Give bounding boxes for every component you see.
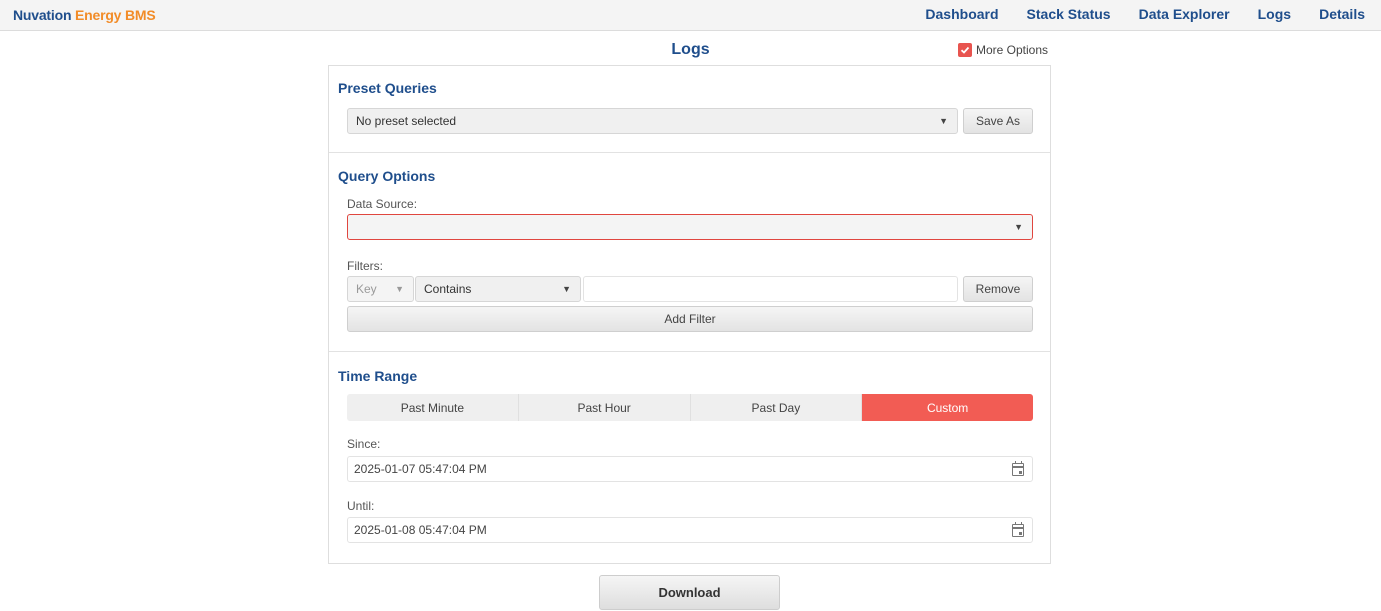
brand-logo[interactable]: Nuvation Energy BMS [13, 7, 156, 23]
calendar-icon[interactable] [1012, 522, 1024, 537]
since-date-input[interactable]: 2025-01-07 05:47:04 PM [347, 456, 1033, 482]
checkmark-icon [960, 46, 970, 54]
time-range-past-minute[interactable]: Past Minute [347, 394, 519, 421]
brand-name-secondary: Energy BMS [75, 7, 156, 23]
until-date-input[interactable]: 2025-01-08 05:47:04 PM [347, 517, 1033, 543]
nav-data-explorer[interactable]: Data Explorer [1139, 6, 1230, 22]
logs-query-panel: Preset Queries No preset selected ▼ Save… [328, 65, 1051, 564]
filter-value-input[interactable] [583, 276, 958, 302]
preset-queries-title: Preset Queries [338, 80, 437, 96]
chevron-down-icon: ▼ [939, 116, 948, 126]
filter-key-value: Key [356, 282, 377, 296]
save-as-button[interactable]: Save As [963, 108, 1033, 134]
chevron-down-icon: ▼ [1014, 222, 1023, 232]
nav-details[interactable]: Details [1319, 6, 1365, 22]
until-date-value: 2025-01-08 05:47:04 PM [354, 523, 487, 537]
preset-select[interactable]: No preset selected ▼ [347, 108, 958, 134]
main-nav: Dashboard Stack Status Data Explorer Log… [897, 6, 1365, 22]
add-filter-button[interactable]: Add Filter [347, 306, 1033, 332]
download-button[interactable]: Download [599, 575, 780, 610]
since-label: Since: [347, 437, 381, 451]
nav-logs[interactable]: Logs [1258, 6, 1291, 22]
more-options-toggle[interactable]: More Options [958, 43, 1048, 57]
brand-name-primary: Nuvation [13, 7, 72, 23]
data-source-label: Data Source: [347, 197, 418, 211]
filter-key-select[interactable]: Key ▼ [347, 276, 414, 302]
nav-dashboard[interactable]: Dashboard [925, 6, 998, 22]
time-range-past-day[interactable]: Past Day [690, 394, 863, 421]
more-options-checkbox[interactable] [958, 43, 972, 57]
calendar-icon[interactable] [1012, 461, 1024, 476]
time-range-selector: Past Minute Past Hour Past Day Custom [347, 394, 1033, 421]
until-label: Until: [347, 499, 375, 513]
section-divider [329, 351, 1050, 352]
section-divider [329, 152, 1050, 153]
page-title: Logs [671, 41, 710, 58]
time-range-custom[interactable]: Custom [862, 394, 1033, 421]
more-options-label: More Options [976, 43, 1049, 57]
data-source-select[interactable]: ▼ [347, 214, 1033, 240]
filter-operator-select[interactable]: Contains ▼ [415, 276, 581, 302]
time-range-title: Time Range [338, 368, 418, 384]
top-nav-bar: Nuvation Energy BMS Dashboard Stack Stat… [0, 0, 1381, 31]
query-options-title: Query Options [338, 168, 436, 184]
time-range-past-hour[interactable]: Past Hour [518, 394, 691, 421]
filters-label: Filters: [347, 259, 383, 273]
since-date-value: 2025-01-07 05:47:04 PM [354, 462, 487, 476]
nav-stack-status[interactable]: Stack Status [1027, 6, 1111, 22]
filter-operator-value: Contains [424, 282, 472, 296]
preset-select-value: No preset selected [356, 114, 457, 128]
remove-filter-button[interactable]: Remove [963, 276, 1033, 302]
chevron-down-icon: ▼ [562, 284, 571, 294]
chevron-down-icon: ▼ [395, 284, 404, 294]
